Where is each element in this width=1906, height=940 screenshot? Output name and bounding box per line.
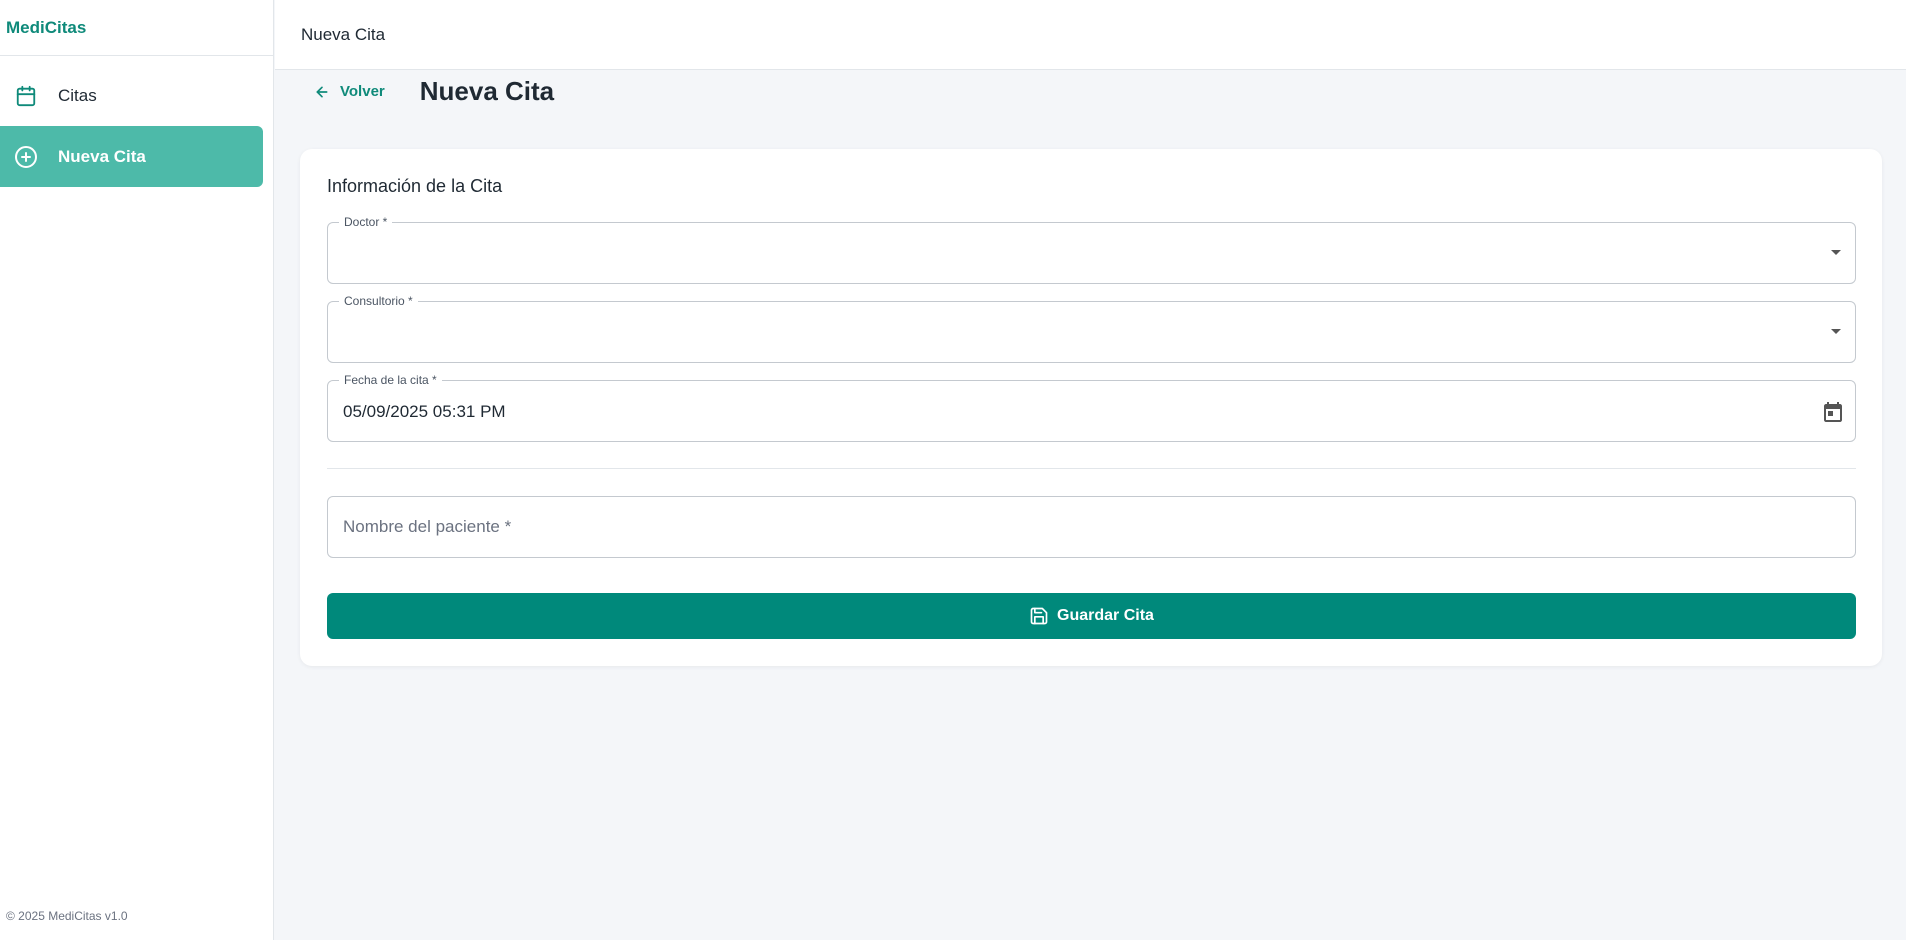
topbar-title: Nueva Cita (301, 24, 386, 44)
sidebar-item-nueva-cita[interactable]: Nueva Cita (0, 126, 263, 187)
doctor-select[interactable]: Doctor * (327, 215, 1856, 284)
appointment-form-card: Información de la Cita Doctor * Consulto… (300, 149, 1882, 666)
page-title: Nueva Cita (419, 76, 555, 106)
patient-name-placeholder: Nombre del paciente * (343, 517, 512, 536)
save-button-label: Guardar Cita (1057, 607, 1154, 624)
calendar-picker-icon[interactable] (1821, 400, 1845, 424)
back-label: Volver (340, 83, 385, 100)
fecha-cita-input[interactable]: Fecha de la cita * 05/09/2025 05:31 PM (327, 373, 1856, 442)
topbar: Nueva Cita (275, 0, 1906, 70)
doctor-label: Doctor * (339, 215, 393, 229)
consultorio-select[interactable]: Consultorio * (327, 294, 1856, 363)
patient-name-field[interactable]: Nombre del paciente * (327, 496, 1856, 558)
fecha-cita-value[interactable]: 05/09/2025 05:31 PM (343, 402, 506, 422)
form-divider (327, 468, 1856, 469)
sidebar: MediCitas Citas Nueva Cita © 2025 MediCi… (0, 0, 274, 940)
plus-circle-icon (14, 145, 38, 169)
sidebar-item-citas[interactable]: Citas (0, 65, 263, 126)
sidebar-footer: © 2025 MediCitas v1.0 (6, 909, 128, 923)
consultorio-label: Consultorio * (339, 294, 418, 308)
sidebar-nav: Citas Nueva Cita (0, 56, 273, 187)
chevron-down-icon[interactable] (1831, 250, 1841, 255)
sidebar-item-label: Nueva Cita (58, 146, 146, 166)
section-title: Información de la Cita (327, 176, 503, 196)
calendar-icon (14, 84, 38, 108)
arrow-left-icon (314, 84, 330, 100)
sidebar-item-label: Citas (58, 85, 97, 105)
brand-logo[interactable]: MediCitas (0, 0, 273, 56)
back-button[interactable]: Volver (314, 83, 385, 100)
chevron-down-icon[interactable] (1831, 329, 1841, 334)
fecha-cita-label: Fecha de la cita * (339, 373, 442, 387)
save-icon (1029, 606, 1049, 626)
save-appointment-button[interactable]: Guardar Cita (327, 593, 1856, 639)
page-header: Volver Nueva Cita (314, 76, 554, 107)
